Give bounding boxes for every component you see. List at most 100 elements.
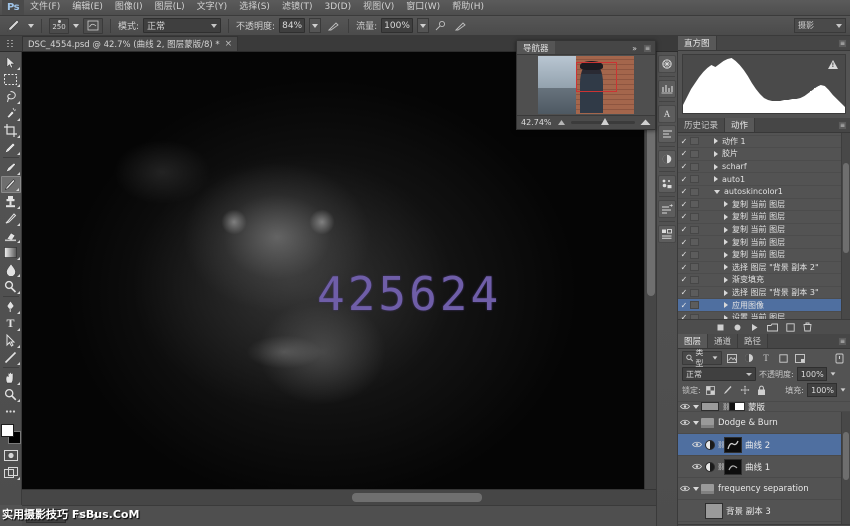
lock-image-icon[interactable] <box>721 383 735 397</box>
layer-row-background-copy-3[interactable]: 背景 副本 3 <box>678 500 850 522</box>
layer-mask-thumbnail[interactable] <box>724 459 742 475</box>
tab-layers[interactable]: 图层 <box>678 334 708 348</box>
panel-menu-icon[interactable]: ≡ <box>838 39 847 48</box>
color-panel-icon[interactable] <box>658 55 676 73</box>
delete-action-icon[interactable] <box>803 322 812 332</box>
eraser-tool[interactable] <box>1 227 21 244</box>
histogram-cache-warning-icon[interactable] <box>828 60 838 69</box>
lasso-tool[interactable] <box>1 88 21 105</box>
action-dialog-toggle[interactable] <box>690 137 699 145</box>
flow-pressure-icon[interactable] <box>453 18 469 34</box>
action-toggle-check[interactable]: ✓ <box>678 200 690 209</box>
chevron-down-icon[interactable] <box>693 405 699 409</box>
tab-histogram[interactable]: 直方图 <box>678 36 717 50</box>
chevron-down-icon[interactable] <box>714 190 720 194</box>
zoom-in-icon[interactable] <box>640 119 651 126</box>
brush-preset-chevron-icon[interactable] <box>28 24 34 28</box>
action-row[interactable]: ✓ 复制 当前 图层 <box>678 224 850 237</box>
quick-mask-toggle[interactable] <box>1 447 21 464</box>
type-tool[interactable]: T <box>1 315 21 332</box>
action-row[interactable]: ✓ 胶片 <box>678 148 850 161</box>
action-dialog-toggle[interactable] <box>690 263 699 271</box>
action-toggle-check[interactable]: ✓ <box>678 301 690 310</box>
action-row[interactable]: ✓ 复制 当前 图层 <box>678 199 850 212</box>
layer-visibility-icon[interactable] <box>680 485 693 492</box>
collapse-panel-icon[interactable]: » <box>632 44 637 53</box>
menu-select[interactable]: 选择(S) <box>233 0 276 15</box>
chevron-right-icon[interactable] <box>724 201 728 207</box>
menu-layer[interactable]: 图层(L) <box>149 0 191 15</box>
chevron-right-icon[interactable] <box>724 264 728 270</box>
action-row[interactable]: ✓ 复制 当前 图层 <box>678 236 850 249</box>
navigator-view-box[interactable] <box>576 62 616 92</box>
blur-tool[interactable] <box>1 261 21 278</box>
navigator-panel[interactable]: 导航器 » ≡ 42.74% <box>516 40 656 130</box>
chevron-right-icon[interactable] <box>724 227 728 233</box>
action-dialog-toggle[interactable] <box>690 163 699 171</box>
layer-blend-mode-select[interactable]: 正常 <box>682 367 756 381</box>
chevron-right-icon[interactable] <box>724 277 728 283</box>
chevron-right-icon[interactable] <box>724 252 728 258</box>
actions-list[interactable]: ✓ 默认动作 ✓ 动作 1 ✓ 胶片 ✓ <box>678 133 850 319</box>
action-row[interactable]: ✓ autoskincolor1 <box>678 186 850 199</box>
chevron-down-icon[interactable] <box>693 487 699 491</box>
opacity-input[interactable]: 84% <box>279 18 305 33</box>
action-dialog-toggle[interactable] <box>690 301 699 309</box>
lock-position-icon[interactable] <box>738 383 752 397</box>
action-dialog-toggle[interactable] <box>690 150 699 158</box>
flow-input[interactable]: 100% <box>381 18 413 33</box>
filter-type-icon[interactable]: T <box>759 351 773 365</box>
action-toggle-check[interactable]: ✓ <box>678 212 690 221</box>
crop-tool[interactable] <box>1 122 21 139</box>
move-tool[interactable] <box>1 54 21 71</box>
menu-image[interactable]: 图像(I) <box>109 0 149 15</box>
action-toggle-check[interactable]: ✓ <box>678 288 690 297</box>
scrollbar-thumb[interactable] <box>843 432 849 480</box>
layer-row-partial[interactable]: ⛓ 蒙版 <box>678 401 850 412</box>
action-row[interactable]: ✓ 渐变填充 <box>678 274 850 287</box>
airbrush-toggle-icon[interactable] <box>433 18 449 34</box>
action-toggle-check[interactable]: ✓ <box>678 225 690 234</box>
brush-panel-toggle-icon[interactable] <box>83 18 103 34</box>
pen-tool[interactable] <box>1 298 21 315</box>
chevron-right-icon[interactable] <box>714 164 718 170</box>
quick-selection-tool[interactable] <box>1 105 21 122</box>
panel-menu-icon[interactable]: ≡ <box>838 337 847 346</box>
layer-visibility-icon[interactable] <box>680 419 693 426</box>
opacity-stepper[interactable] <box>309 18 321 33</box>
document-tab[interactable]: DSC_4554.psd @ 42.7% (曲线 2, 图层蒙版/8) * × <box>22 36 238 51</box>
blend-mode-select[interactable]: 正常 <box>143 18 221 33</box>
lock-transparent-icon[interactable] <box>704 383 718 397</box>
chevron-right-icon[interactable] <box>724 315 728 319</box>
action-dialog-toggle[interactable] <box>690 276 699 284</box>
chevron-down-icon[interactable] <box>841 388 846 391</box>
action-dialog-toggle[interactable] <box>690 238 699 246</box>
layer-row-layer-1[interactable]: 图层 1 <box>678 522 850 524</box>
menu-filter[interactable]: 滤镜(T) <box>276 0 319 15</box>
layers-scrollbar[interactable] <box>841 412 850 524</box>
action-dialog-toggle[interactable] <box>690 251 699 259</box>
layer-mask-thumbnail[interactable] <box>729 402 745 411</box>
filter-adjustment-icon[interactable] <box>742 351 756 365</box>
tab-actions[interactable]: 动作 <box>725 118 755 132</box>
tab-paths[interactable]: 路径 <box>738 334 768 348</box>
tool-presets-panel-icon[interactable] <box>658 225 676 243</box>
action-row[interactable]: ✓ 复制 当前 图层 <box>678 249 850 262</box>
panel-menu-icon[interactable]: ≡ <box>838 121 847 130</box>
tab-bar-grip[interactable] <box>0 36 22 51</box>
filter-smart-object-icon[interactable] <box>793 351 807 365</box>
layer-mask-thumbnail[interactable] <box>724 437 742 453</box>
navigator-zoom-value[interactable]: 42.74% <box>521 118 552 127</box>
chevron-down-icon[interactable] <box>830 372 835 375</box>
navigator-preview[interactable] <box>517 55 655 115</box>
action-row[interactable]: ✓ 选择 图层 "背景 副本 3" <box>678 287 850 300</box>
layer-visibility-icon[interactable] <box>692 441 705 448</box>
hand-tool[interactable] <box>1 369 21 386</box>
brush-presets-panel-icon[interactable] <box>658 175 676 193</box>
new-action-set-icon[interactable] <box>767 323 778 332</box>
layer-thumbnail[interactable] <box>701 402 719 411</box>
tab-channels[interactable]: 通道 <box>708 334 738 348</box>
action-toggle-check[interactable]: ✓ <box>678 313 690 319</box>
chevron-right-icon[interactable] <box>724 290 728 296</box>
new-action-icon[interactable] <box>786 323 795 332</box>
